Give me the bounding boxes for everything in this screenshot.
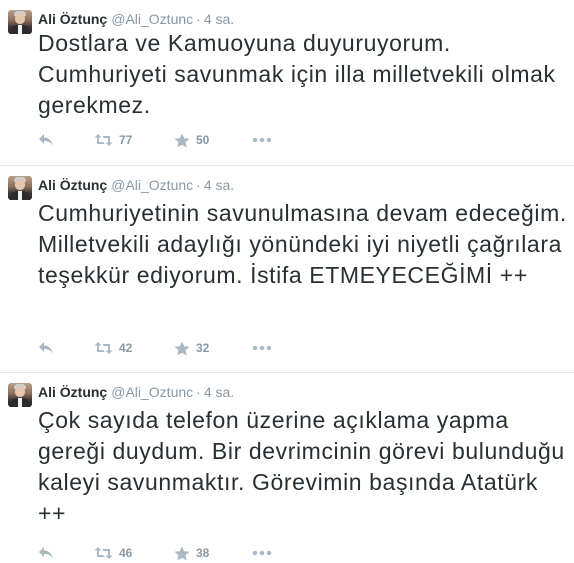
star-icon	[174, 133, 190, 147]
tweet-actions: 46 38	[38, 543, 276, 563]
retweet-button[interactable]: 77	[94, 133, 174, 147]
avatar[interactable]	[8, 176, 32, 200]
retweet-button[interactable]: 42	[94, 341, 174, 355]
retweet-count: 42	[119, 341, 133, 355]
tweet-text: Çok sayıda telefon üzerine açıklama yapm…	[38, 407, 565, 526]
retweet-icon	[94, 547, 113, 559]
timestamp[interactable]: 4 sa.	[204, 177, 234, 193]
tweet-actions: 77 50	[38, 130, 276, 150]
favorite-count: 38	[196, 546, 210, 560]
more-button[interactable]	[252, 137, 276, 143]
retweet-button[interactable]: 46	[94, 546, 174, 560]
star-icon	[174, 546, 190, 560]
user-handle[interactable]: @Ali_Oztunc	[111, 177, 193, 193]
reply-icon	[39, 547, 53, 559]
user-name[interactable]: Ali Öztunç	[38, 384, 107, 400]
separator: ·	[196, 177, 201, 193]
tweet[interactable]: Ali Öztunç @Ali_Oztunc · 4 sa. Çok sayıda t…	[0, 373, 574, 560]
more-icon	[252, 345, 272, 351]
user-handle[interactable]: @Ali_Oztunc	[111, 11, 193, 27]
separator: ·	[196, 384, 201, 400]
tweet-feed: Ali Öztunç @Ali_Oztunc · 4 sa. Dostlara ve …	[0, 0, 574, 560]
favorite-button[interactable]: 32	[174, 341, 252, 356]
tweet-header: Ali Öztunç @Ali_Oztunc · 4 sa.	[38, 176, 234, 194]
reply-button[interactable]	[38, 133, 94, 147]
user-name[interactable]: Ali Öztunç	[38, 11, 107, 27]
tweet-actions: 42 32	[38, 338, 276, 358]
tweet-text: Dostlara ve Kamuoyuna duyuruyorum. Cumhu…	[38, 30, 556, 118]
retweet-icon	[94, 342, 113, 354]
more-icon	[252, 137, 272, 143]
favorite-count: 50	[196, 133, 210, 147]
user-handle[interactable]: @Ali_Oztunc	[111, 384, 193, 400]
reply-icon	[39, 342, 53, 354]
favorite-button[interactable]: 50	[174, 133, 252, 148]
retweet-icon	[94, 134, 113, 146]
avatar[interactable]	[8, 10, 32, 34]
tweet[interactable]: Ali Öztunç @Ali_Oztunc · 4 sa. Dostlara ve …	[0, 0, 574, 166]
separator: ·	[196, 11, 201, 27]
tweet-header: Ali Öztunç @Ali_Oztunc · 4 sa.	[38, 383, 234, 401]
tweet-text: Cumhuriyetinin savunulmasına devam edece…	[38, 200, 567, 288]
retweet-count: 46	[119, 546, 133, 560]
tweet[interactable]: Ali Öztunç @Ali_Oztunc · 4 sa. Cumhuriyetin…	[0, 166, 574, 373]
more-button[interactable]	[252, 550, 276, 556]
timestamp[interactable]: 4 sa.	[204, 384, 234, 400]
reply-icon	[39, 134, 53, 146]
reply-button[interactable]	[38, 546, 94, 560]
user-name[interactable]: Ali Öztunç	[38, 177, 107, 193]
reply-button[interactable]	[38, 341, 94, 355]
more-button[interactable]	[252, 345, 276, 351]
star-icon	[174, 341, 190, 355]
avatar[interactable]	[8, 383, 32, 407]
tweet-header: Ali Öztunç @Ali_Oztunc · 4 sa.	[38, 10, 234, 28]
more-icon	[252, 550, 272, 556]
timestamp[interactable]: 4 sa.	[204, 11, 234, 27]
favorite-count: 32	[196, 341, 210, 355]
retweet-count: 77	[119, 133, 133, 147]
favorite-button[interactable]: 38	[174, 546, 252, 561]
